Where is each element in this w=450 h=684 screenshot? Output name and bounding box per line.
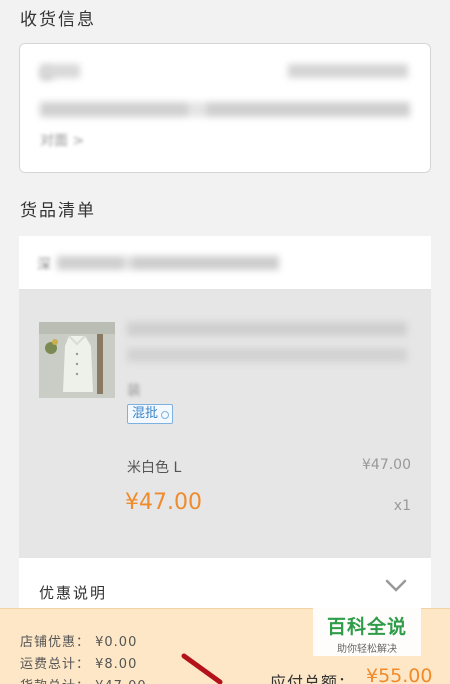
shipping-address-suffix: 对面 >	[40, 133, 85, 149]
shipping-info-title: 收货信息	[20, 10, 96, 30]
product-title-tail: 装	[127, 383, 141, 399]
product-price: ¥47.00	[125, 490, 202, 515]
recipient-phone	[288, 64, 408, 78]
red-arrow-annotation	[181, 653, 223, 684]
unit-price: ¥47.00	[362, 457, 411, 473]
payable-label: 应付总额：	[270, 673, 356, 684]
discount-label: 优惠说明	[39, 584, 108, 602]
product-quantity: x1	[393, 498, 411, 514]
goods-total: 货款总计： ¥47.00	[20, 675, 147, 684]
shipping-address	[40, 102, 410, 117]
payable-value: ¥55.00	[366, 665, 433, 684]
product-item[interactable]: 装 混批 米白色 L ¥47.00 ¥47.00 x1	[19, 290, 431, 558]
product-title-line-1	[127, 322, 407, 336]
store-name: 深	[37, 257, 51, 273]
watermark-logo: 百科全说 助你轻松解决	[313, 606, 421, 656]
shipping-address-card[interactable]: 余 对面 >	[19, 43, 431, 173]
recipient-name-mask	[40, 64, 80, 78]
batch-tag: 混批	[127, 404, 174, 424]
watermark-sub: 助你轻松解决	[337, 644, 397, 655]
product-spec: 米白色 L	[127, 460, 182, 476]
watermark-main: 百科全说	[326, 616, 407, 638]
store-name-mask	[57, 256, 279, 270]
store-discount: 店铺优惠： ¥0.00	[20, 635, 138, 650]
shipping-total: 运费总计： ¥8.00	[20, 657, 138, 672]
product-image[interactable]	[39, 322, 115, 398]
store-row[interactable]: 深	[19, 236, 431, 290]
product-title-line-2	[127, 348, 407, 362]
chevron-down-icon[interactable]	[385, 578, 407, 597]
goods-list-title: 货品清单	[20, 201, 96, 221]
